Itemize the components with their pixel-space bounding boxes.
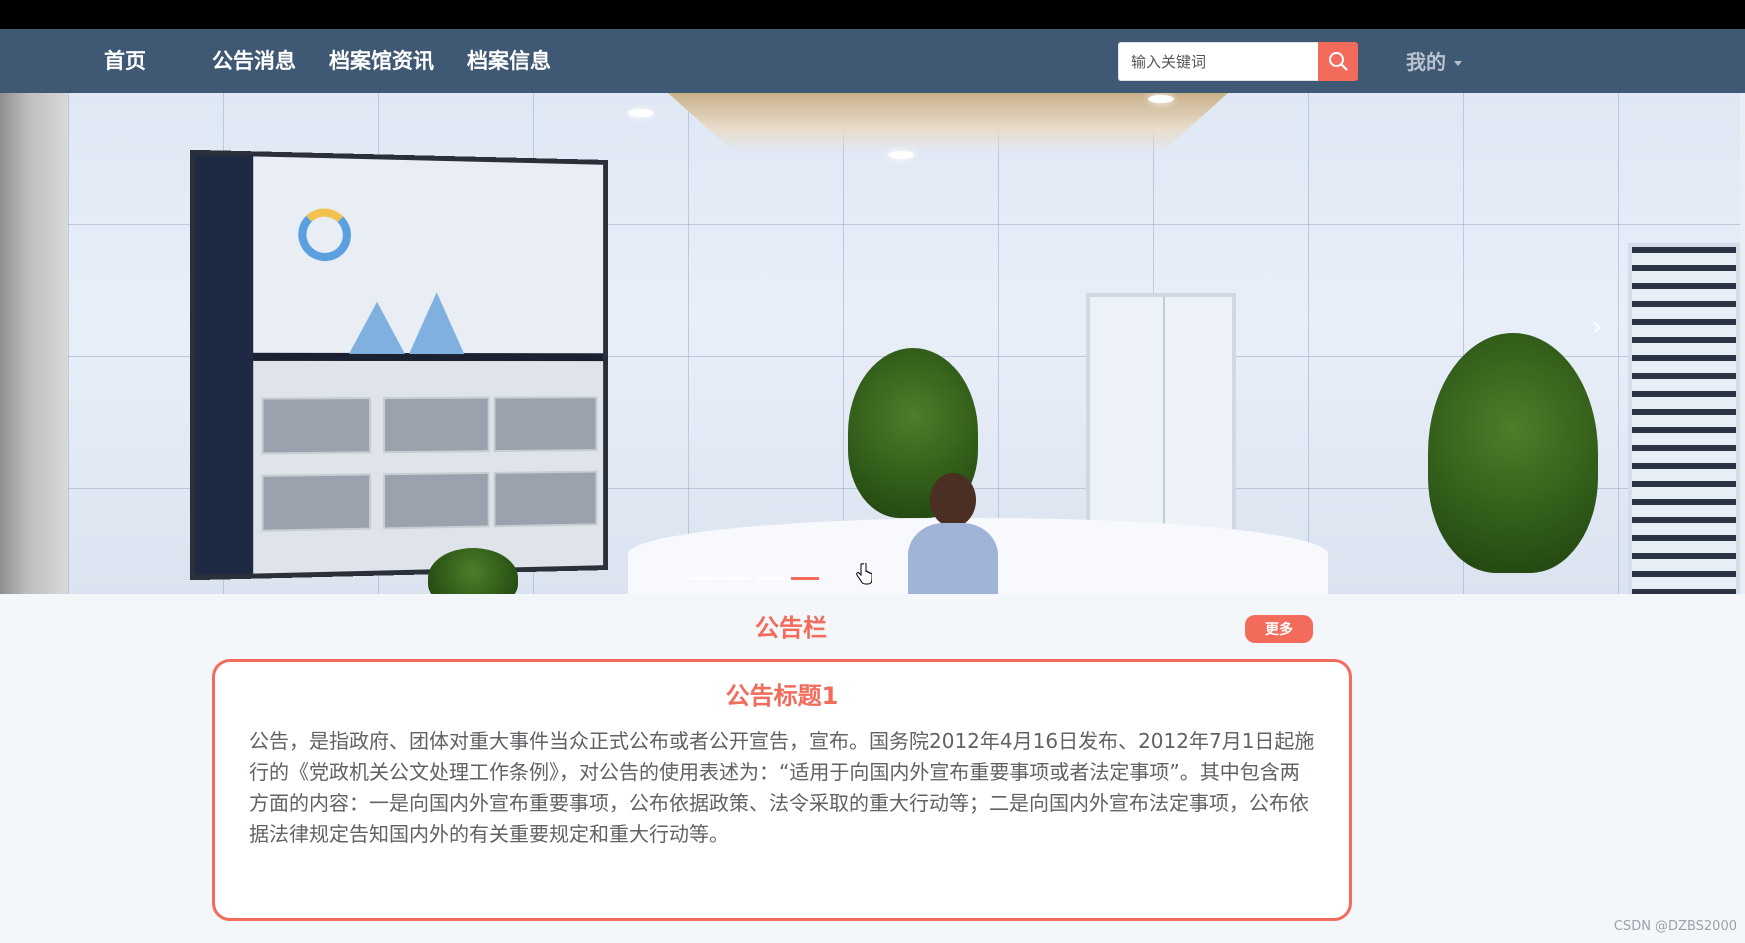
gallery-thumbnail bbox=[261, 473, 372, 532]
gallery-thumbnail bbox=[383, 471, 490, 530]
caret-down-icon bbox=[1454, 61, 1462, 66]
gallery-thumbnail bbox=[493, 470, 598, 528]
user-menu-label: 我的 bbox=[1406, 50, 1446, 74]
carousel-indicator-dot[interactable] bbox=[757, 577, 785, 580]
ceiling-light bbox=[888, 151, 914, 159]
banner-wall-monitor bbox=[189, 149, 608, 581]
gallery-thumbnail bbox=[383, 396, 490, 454]
search-button[interactable] bbox=[1318, 42, 1358, 81]
monitor-area-chart bbox=[408, 292, 465, 355]
more-button[interactable]: 更多 bbox=[1245, 615, 1313, 643]
user-menu-dropdown[interactable]: 我的 bbox=[1406, 48, 1462, 76]
banner-receptionist bbox=[908, 473, 998, 594]
monitor-donut-chart bbox=[298, 208, 351, 262]
previous-slide-peek bbox=[0, 93, 68, 594]
monitor-area-chart bbox=[348, 301, 405, 355]
gallery-thumbnail bbox=[493, 396, 598, 452]
banner-ceiling bbox=[668, 93, 1228, 153]
notice-card-body: 公告，是指政府、团体对重大事件当众正式公布或者公开宣告，宣布。国务院2012年4… bbox=[249, 729, 1315, 846]
next-slide-peek bbox=[1740, 93, 1745, 594]
gallery-thumbnail bbox=[261, 397, 372, 455]
monitor-gallery bbox=[253, 360, 604, 574]
window-top-bar bbox=[0, 0, 1745, 29]
carousel-indicator-dot[interactable] bbox=[791, 577, 819, 580]
banner-server-rack bbox=[1628, 243, 1740, 594]
chevron-right-icon[interactable]: › bbox=[1592, 314, 1616, 340]
search-input[interactable] bbox=[1118, 42, 1318, 81]
notice-card[interactable]: 公告标题1 公告，是指政府、团体对重大事件当众正式公布或者公开宣告，宣布。国务院… bbox=[212, 659, 1352, 921]
nav-item-archive-info[interactable]: 档案信息 bbox=[467, 47, 551, 75]
watermark: CSDN @DZBS2000 bbox=[1613, 919, 1737, 934]
person-head bbox=[930, 473, 976, 527]
hand-cursor-icon bbox=[856, 563, 872, 585]
search-icon bbox=[1329, 52, 1348, 71]
monitor-sidebar bbox=[195, 155, 254, 575]
carousel-indicator-dot[interactable] bbox=[689, 577, 717, 580]
carousel-banner[interactable]: › bbox=[68, 93, 1740, 594]
nav-item-home[interactable]: 首页 bbox=[104, 47, 146, 75]
notice-board-title: 公告栏 bbox=[755, 614, 827, 642]
person-body bbox=[908, 523, 998, 594]
notice-card-title: 公告标题1 bbox=[725, 682, 839, 710]
nav-item-archive-news[interactable]: 档案馆资讯 bbox=[329, 47, 434, 75]
carousel-indicator-dot[interactable] bbox=[723, 577, 751, 580]
nav-item-announcements[interactable]: 公告消息 bbox=[212, 47, 296, 75]
carousel-indicators bbox=[686, 565, 822, 580]
ceiling-light bbox=[1148, 95, 1174, 103]
banner-plant bbox=[1428, 333, 1598, 573]
ceiling-light bbox=[628, 109, 654, 117]
